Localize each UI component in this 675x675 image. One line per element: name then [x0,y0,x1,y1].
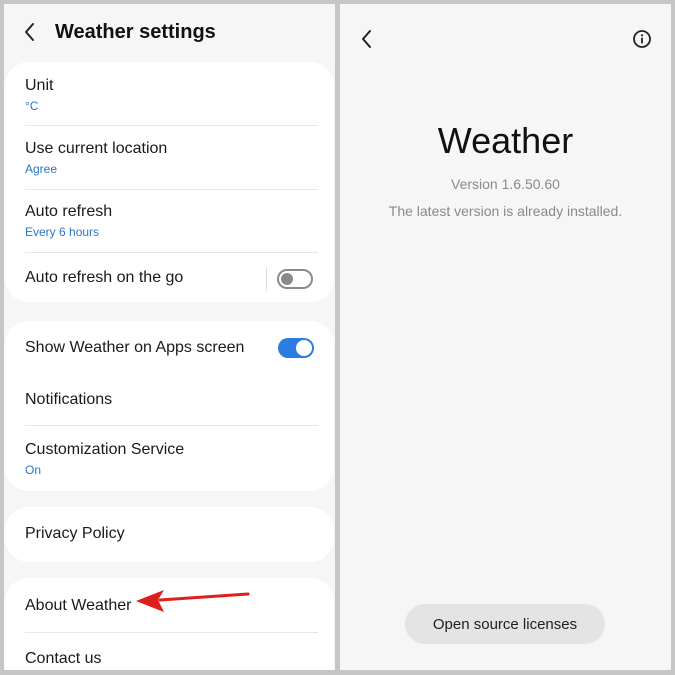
toggle-separator [266,267,267,291]
setting-value: Agree [25,162,58,176]
setting-label: Customization Service [25,441,185,458]
settings-header: Weather settings [4,4,335,60]
toggle-knob [281,273,293,285]
settings-card-privacy: Privacy Policy [5,507,334,562]
open-source-licenses-button[interactable]: Open source licenses [405,604,605,644]
setting-value: °C [25,99,39,113]
setting-label: Auto refresh [25,203,113,220]
show-weather-on-apps-screen-toggle[interactable] [278,338,314,358]
weather-settings-screen: Weather settings Unit °C Use current loc… [4,4,335,670]
setting-auto-refresh[interactable]: Auto refresh Every 6 hours [5,190,334,252]
setting-privacy-policy[interactable]: Privacy Policy [5,507,334,562]
setting-label: Use current location [25,140,168,157]
setting-show-weather-on-apps-screen[interactable]: Show Weather on Apps screen [5,321,334,374]
chevron-left-icon [362,30,371,48]
info-circle-icon[interactable] [630,27,654,51]
setting-value: Every 6 hours [25,225,100,239]
settings-card-display: Show Weather on Apps screen Notification… [5,321,334,491]
settings-card-general: Unit °C Use current location Agree Auto … [5,62,334,302]
setting-unit[interactable]: Unit °C [5,62,334,125]
setting-label: Privacy Policy [25,525,125,542]
annotation-arrow-icon [136,590,250,612]
auto-refresh-on-the-go-toggle[interactable] [277,269,313,289]
setting-label: About Weather [25,597,132,614]
setting-customization-service[interactable]: Customization Service On [5,426,334,491]
setting-label: Auto refresh on the go [25,269,184,286]
setting-label: Unit [25,77,54,94]
setting-label: Notifications [25,391,113,408]
setting-value: On [25,463,42,477]
back-button[interactable] [18,20,42,44]
chevron-left-icon [25,23,34,41]
setting-notifications[interactable]: Notifications [5,374,334,425]
setting-label: Contact us [25,650,102,667]
setting-auto-refresh-on-the-go[interactable]: Auto refresh on the go [5,253,334,302]
page-title: Weather settings [55,21,216,43]
update-status: The latest version is already installed. [388,203,623,219]
app-name: Weather [437,120,574,161]
app-version: Version 1.6.50.60 [451,176,560,192]
toggle-knob [296,340,312,356]
setting-label: Show Weather on Apps screen [25,339,245,356]
setting-use-current-location[interactable]: Use current location Agree [5,126,334,189]
back-button[interactable] [355,27,379,51]
about-weather-screen: Weather Version 1.6.50.60 The latest ver… [340,4,671,670]
setting-contact-us[interactable]: Contact us [5,633,334,670]
